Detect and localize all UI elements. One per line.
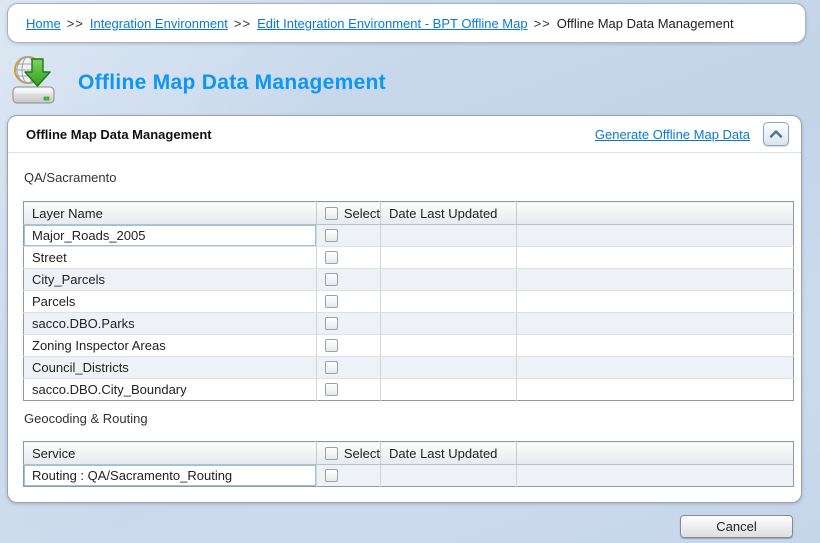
layer-name-cell[interactable]: Council_Districts: [24, 357, 317, 379]
table-row: sacco.DBO.City_Boundary: [24, 379, 794, 401]
layer-name-cell[interactable]: Major_Roads_2005: [24, 225, 317, 247]
row-select-checkbox[interactable]: [325, 273, 338, 286]
offline-map-data-panel: Offline Map Data Management Generate Off…: [7, 115, 802, 503]
service-name-cell[interactable]: Routing : QA/Sacramento_Routing: [24, 465, 317, 487]
row-select-checkbox[interactable]: [325, 251, 338, 264]
layers-table: Layer Name Select Date Last Updated Majo…: [23, 201, 794, 401]
generate-offline-map-data-link[interactable]: Generate Offline Map Data: [595, 127, 750, 142]
breadcrumb-link-edit-integration-environment[interactable]: Edit Integration Environment - BPT Offli…: [257, 16, 528, 31]
column-header-date-last-updated: Date Last Updated: [381, 442, 517, 465]
column-header-empty: [517, 202, 794, 225]
date-cell: [381, 379, 517, 401]
collapse-panel-button[interactable]: [763, 122, 789, 146]
date-cell: [381, 269, 517, 291]
empty-cell: [517, 225, 794, 247]
select-all-checkbox[interactable]: [325, 447, 338, 460]
date-cell: [381, 247, 517, 269]
breadcrumb-link-integration-environment[interactable]: Integration Environment: [90, 16, 228, 31]
offline-map-download-icon: [10, 55, 59, 107]
page-title: Offline Map Data Management: [78, 71, 386, 95]
select-cell: [317, 335, 381, 357]
section-label-qa-sacramento: QA/Sacramento: [24, 170, 786, 185]
row-select-checkbox[interactable]: [325, 383, 338, 396]
select-cell: [317, 291, 381, 313]
row-select-checkbox[interactable]: [325, 295, 338, 308]
date-cell: [381, 465, 517, 487]
row-select-checkbox[interactable]: [325, 317, 338, 330]
select-cell: [317, 313, 381, 335]
table-row: Routing : QA/Sacramento_Routing: [24, 465, 794, 487]
breadcrumb-current-page: Offline Map Data Management: [557, 16, 734, 31]
select-cell: [317, 269, 381, 291]
empty-cell: [517, 357, 794, 379]
select-cell: [317, 465, 381, 487]
column-header-date-last-updated: Date Last Updated: [381, 202, 517, 225]
column-header-empty: [517, 442, 794, 465]
select-header-label: Select: [344, 446, 380, 461]
breadcrumb-separator: >>: [67, 16, 84, 31]
date-cell: [381, 313, 517, 335]
services-table: Service Select Date Last Updated Routing…: [23, 441, 794, 487]
row-select-checkbox[interactable]: [325, 361, 338, 374]
breadcrumb: Home >> Integration Environment >> Edit …: [7, 3, 806, 43]
select-cell: [317, 357, 381, 379]
select-header-label: Select: [344, 206, 380, 221]
table-row: sacco.DBO.Parks: [24, 313, 794, 335]
row-select-checkbox[interactable]: [325, 229, 338, 242]
layer-name-cell[interactable]: Zoning Inspector Areas: [24, 335, 317, 357]
table-row: City_Parcels: [24, 269, 794, 291]
page-header: Offline Map Data Management: [10, 55, 386, 107]
cancel-button[interactable]: Cancel: [680, 515, 793, 538]
panel-header: Offline Map Data Management Generate Off…: [8, 116, 801, 153]
column-header-layer-name: Layer Name: [24, 202, 317, 225]
column-header-select: Select: [317, 202, 381, 225]
table-row: Major_Roads_2005: [24, 225, 794, 247]
date-cell: [381, 225, 517, 247]
layer-name-cell[interactable]: Street: [24, 247, 317, 269]
select-all-checkbox[interactable]: [325, 207, 338, 220]
row-select-checkbox[interactable]: [325, 469, 338, 482]
panel-title: Offline Map Data Management: [26, 127, 595, 142]
date-cell: [381, 357, 517, 379]
column-header-service: Service: [24, 442, 317, 465]
table-row: Council_Districts: [24, 357, 794, 379]
date-cell: [381, 335, 517, 357]
layer-name-cell[interactable]: City_Parcels: [24, 269, 317, 291]
empty-cell: [517, 269, 794, 291]
table-row: Parcels: [24, 291, 794, 313]
column-header-select: Select: [317, 442, 381, 465]
select-cell: [317, 247, 381, 269]
table-header-row: Layer Name Select Date Last Updated: [24, 202, 794, 225]
date-cell: [381, 291, 517, 313]
breadcrumb-separator: >>: [534, 16, 551, 31]
empty-cell: [517, 335, 794, 357]
select-cell: [317, 225, 381, 247]
panel-body: QA/Sacramento Layer Name Select Date Las…: [8, 170, 801, 487]
select-cell: [317, 379, 381, 401]
table-header-row: Service Select Date Last Updated: [24, 442, 794, 465]
empty-cell: [517, 379, 794, 401]
empty-cell: [517, 291, 794, 313]
layer-name-cell[interactable]: sacco.DBO.Parks: [24, 313, 317, 335]
table-row: Zoning Inspector Areas: [24, 335, 794, 357]
section-label-geocoding-routing: Geocoding & Routing: [24, 411, 786, 426]
chevron-up-icon: [769, 129, 783, 139]
empty-cell: [517, 247, 794, 269]
breadcrumb-link-home[interactable]: Home: [26, 16, 61, 31]
empty-cell: [517, 465, 794, 487]
layer-name-cell[interactable]: sacco.DBO.City_Boundary: [24, 379, 317, 401]
breadcrumb-separator: >>: [234, 16, 251, 31]
layer-name-cell[interactable]: Parcels: [24, 291, 317, 313]
row-select-checkbox[interactable]: [325, 339, 338, 352]
table-row: Street: [24, 247, 794, 269]
empty-cell: [517, 313, 794, 335]
